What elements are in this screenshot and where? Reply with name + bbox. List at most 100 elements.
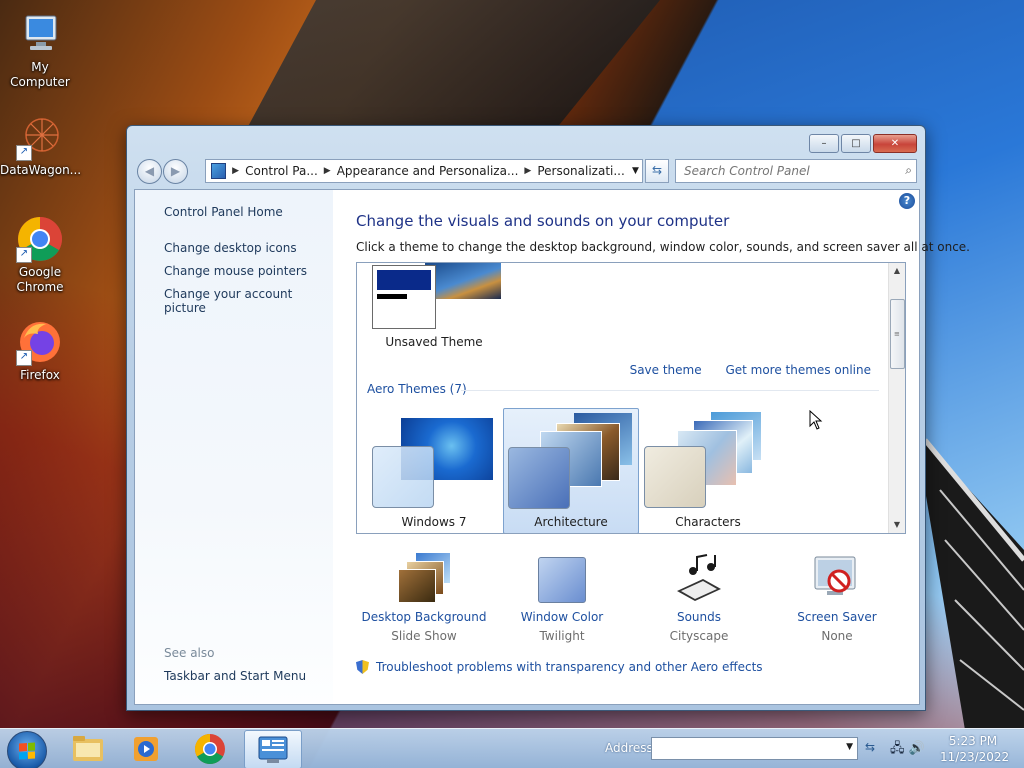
- scroll-up-icon[interactable]: ▲: [889, 263, 905, 279]
- chrome-icon: [194, 734, 225, 765]
- option-value: Twilight: [539, 629, 585, 643]
- address-dropdown-icon[interactable]: ▼: [629, 166, 642, 176]
- screen-saver-icon: [811, 553, 863, 605]
- sidebar-link-mouse-pointers[interactable]: Change mouse pointers: [164, 264, 307, 278]
- theme-color-swatch: [508, 447, 570, 509]
- close-button[interactable]: ✕: [873, 134, 917, 153]
- task-pane: Control Panel Home Change desktop icons …: [135, 190, 333, 704]
- desktop-icon-label: Firefox: [20, 368, 60, 382]
- option-name[interactable]: Desktop Background: [354, 610, 494, 624]
- get-more-themes-link[interactable]: Get more themes online: [725, 363, 871, 377]
- datawagon-icon: ↗: [16, 113, 64, 161]
- sidebar-link-desktop-icons[interactable]: Change desktop icons: [164, 241, 297, 255]
- option-value: Slide Show: [391, 629, 457, 643]
- breadcrumb-personalization[interactable]: Personalizati...: [533, 164, 628, 178]
- taskbar-control-panel-button[interactable]: [244, 730, 302, 768]
- save-theme-link[interactable]: Save theme: [630, 363, 702, 377]
- shortcut-arrow-icon: ↗: [16, 350, 32, 366]
- desktop-icon-chrome[interactable]: ↗ Google Chrome: [0, 215, 80, 295]
- theme-thumbnail: [425, 263, 501, 299]
- taskbar: Address ▼ ⇆ 🖧 🔊 5:23 PM 11/23/2022: [0, 728, 1024, 768]
- theme-characters[interactable]: Characters: [639, 408, 777, 532]
- chevron-down-icon[interactable]: ▼: [846, 742, 853, 752]
- option-name[interactable]: Window Color: [492, 610, 632, 624]
- back-button[interactable]: ◀: [137, 159, 162, 184]
- theme-color-swatch: [644, 446, 706, 508]
- search-input[interactable]: [682, 161, 896, 181]
- navigation-bar: ◀ ▶ ▶ Control Pa... ▶ Appearance and Per…: [135, 158, 917, 184]
- desktop-background-option[interactable]: Desktop Background Slide Show: [354, 553, 494, 643]
- theme-scrollbar[interactable]: ▲ ≡ ▼: [888, 263, 905, 533]
- chevron-right-icon[interactable]: ▶: [322, 166, 333, 176]
- refresh-button[interactable]: ⇆: [645, 159, 669, 183]
- window-color-icon: [536, 553, 588, 605]
- theme-windows-7[interactable]: Windows 7: [365, 408, 503, 532]
- desktop-icon-datawagon[interactable]: ↗ DataWagon...: [0, 113, 82, 178]
- theme-window-preview: [372, 265, 436, 329]
- forward-button[interactable]: ▶: [163, 159, 188, 184]
- personalization-window: – □ ✕ ◀ ▶ ▶ Control Pa... ▶ Appearance a…: [126, 125, 970, 711]
- group-header: Aero Themes (7): [367, 382, 467, 396]
- theme-actions: Save theme Get more themes online: [610, 363, 871, 377]
- option-name[interactable]: Sounds: [629, 610, 769, 624]
- desktop-icon-label: My Computer: [10, 60, 70, 89]
- screen-saver-option[interactable]: Screen Saver None: [767, 553, 907, 643]
- control-panel-icon: [211, 163, 227, 179]
- search-box: ⌕: [675, 159, 917, 183]
- chevron-right-icon[interactable]: ▶: [230, 166, 241, 176]
- minimize-button[interactable]: –: [809, 134, 839, 153]
- breadcrumb-appearance[interactable]: Appearance and Personaliza...: [333, 164, 523, 178]
- maximize-button[interactable]: □: [841, 134, 871, 153]
- theme-label: Unsaved Theme: [385, 335, 483, 349]
- control-panel-icon: [258, 736, 288, 763]
- desktop-icon-label: Google Chrome: [16, 265, 64, 294]
- theme-architecture[interactable]: Architecture: [503, 408, 639, 533]
- scroll-thumb[interactable]: ≡: [890, 299, 905, 369]
- desktop-icon-firefox[interactable]: ↗ Firefox: [0, 318, 80, 383]
- computer-icon: [16, 10, 64, 58]
- taskbar-explorer-button[interactable]: [60, 730, 116, 767]
- main-content: ? Change the visuals and sounds on your …: [333, 190, 970, 704]
- shield-icon: [356, 660, 369, 674]
- help-icon[interactable]: ?: [899, 193, 915, 209]
- address-toolbar-input[interactable]: ▼: [651, 737, 858, 760]
- taskbar-chrome-button[interactable]: [182, 730, 238, 767]
- taskbar-media-player-button[interactable]: [118, 730, 174, 767]
- scroll-down-icon[interactable]: ▼: [889, 517, 905, 533]
- breadcrumb-control-panel[interactable]: Control Pa...: [241, 164, 322, 178]
- theme-unsaved[interactable]: Unsaved Theme: [365, 263, 503, 355]
- clock-time: 5:23 PM: [948, 734, 998, 748]
- folder-icon: [73, 736, 103, 761]
- desktop-background-icon: [398, 553, 450, 605]
- troubleshoot-label[interactable]: Troubleshoot problems with transparency …: [376, 660, 763, 674]
- sidebar-link-control-panel-home[interactable]: Control Panel Home: [164, 205, 283, 219]
- theme-label: Windows 7: [401, 515, 467, 529]
- windows-logo-icon: [19, 742, 35, 760]
- network-icon[interactable]: 🖧: [890, 741, 905, 756]
- sidebar-link-taskbar[interactable]: Taskbar and Start Menu: [164, 669, 306, 683]
- desktop-icon-my-computer[interactable]: My Computer: [0, 10, 80, 90]
- address-go-icon[interactable]: ⇆: [860, 737, 880, 758]
- search-icon[interactable]: ⌕: [905, 163, 912, 178]
- firefox-icon: ↗: [16, 318, 64, 366]
- address-bar[interactable]: ▶ Control Pa... ▶ Appearance and Persona…: [205, 159, 643, 183]
- start-button[interactable]: [7, 731, 47, 768]
- system-tray: 🖧 🔊: [890, 739, 925, 761]
- troubleshoot-link[interactable]: Troubleshoot problems with transparency …: [356, 660, 763, 674]
- window-color-option[interactable]: Window Color Twilight: [492, 553, 632, 643]
- option-name[interactable]: Screen Saver: [767, 610, 907, 624]
- chrome-icon: ↗: [16, 215, 64, 263]
- option-value: Cityscape: [669, 629, 729, 643]
- sidebar-link-account-picture[interactable]: Change your account picture: [164, 287, 333, 315]
- volume-icon[interactable]: 🔊: [909, 741, 925, 756]
- sounds-option[interactable]: Sounds Cityscape: [629, 553, 769, 643]
- address-toolbar-label: Address: [605, 741, 653, 755]
- theme-label: Architecture: [534, 515, 608, 529]
- clock[interactable]: 5:23 PM 11/23/2022: [940, 733, 1009, 765]
- shortcut-arrow-icon: ↗: [16, 247, 32, 263]
- chevron-right-icon[interactable]: ▶: [522, 166, 533, 176]
- page-description: Click a theme to change the desktop back…: [356, 240, 970, 254]
- desktop-icon-label: DataWagon...: [0, 163, 82, 177]
- group-divider: [461, 390, 879, 391]
- theme-label: Characters: [675, 515, 741, 529]
